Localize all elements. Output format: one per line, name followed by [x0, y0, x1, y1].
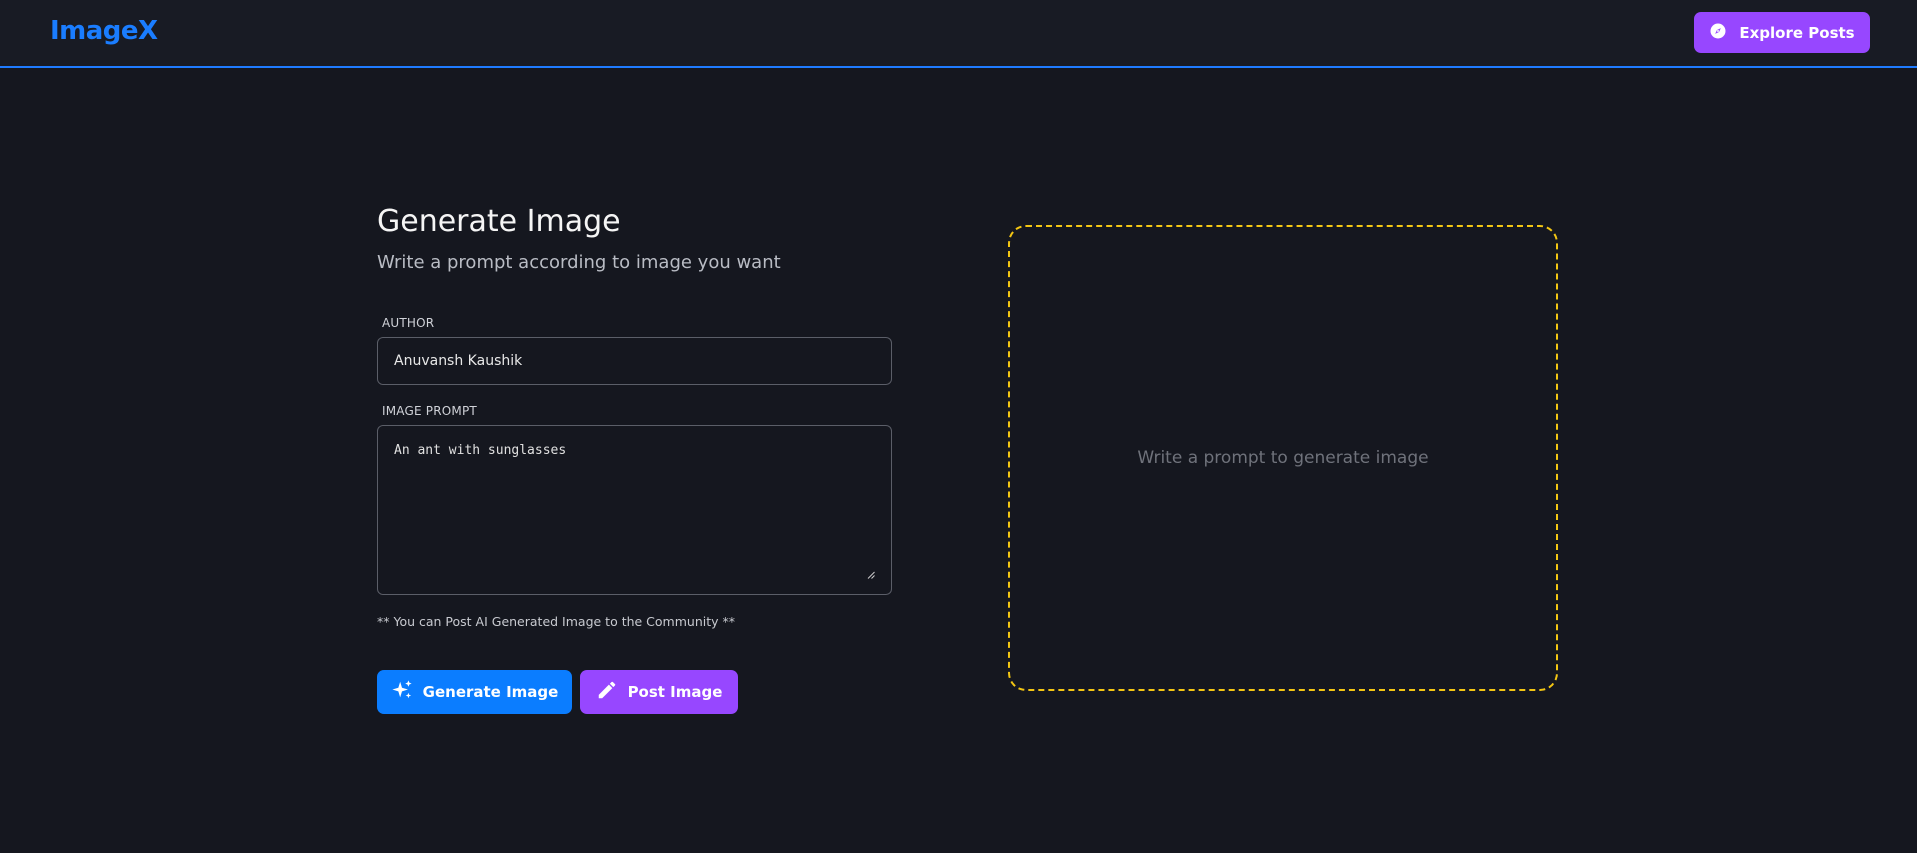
generate-image-label: Generate Image — [422, 683, 559, 701]
preview-placeholder: Write a prompt to generate image — [1137, 448, 1429, 468]
pencil-icon — [596, 679, 618, 705]
author-label: AUTHOR — [382, 316, 435, 330]
app-logo[interactable]: ImageX — [50, 16, 158, 46]
explore-posts-label: Explore Posts — [1739, 23, 1855, 42]
page-subtitle: Write a prompt according to image you wa… — [377, 252, 781, 273]
navbar: ImageX Explore Posts — [0, 0, 1917, 68]
image-prompt-textarea[interactable]: An ant with sunglasses — [377, 425, 892, 595]
image-preview-area: Write a prompt to generate image — [1008, 225, 1558, 691]
generate-image-button[interactable]: Generate Image — [377, 670, 572, 714]
author-input[interactable]: Anuvansh Kaushik — [377, 337, 892, 385]
sparkles-icon — [391, 679, 413, 705]
explore-posts-button[interactable]: Explore Posts — [1694, 12, 1870, 53]
author-input-value: Anuvansh Kaushik — [394, 353, 523, 369]
post-image-label: Post Image — [627, 683, 723, 701]
page-title: Generate Image — [377, 204, 621, 239]
community-note: ** You can Post AI Generated Image to th… — [377, 614, 735, 629]
post-image-button[interactable]: Post Image — [580, 670, 738, 714]
resize-handle-icon[interactable] — [867, 571, 875, 579]
image-prompt-value: An ant with sunglasses — [394, 443, 567, 458]
compass-icon — [1709, 22, 1727, 44]
image-prompt-label: IMAGE PROMPT — [382, 404, 477, 418]
